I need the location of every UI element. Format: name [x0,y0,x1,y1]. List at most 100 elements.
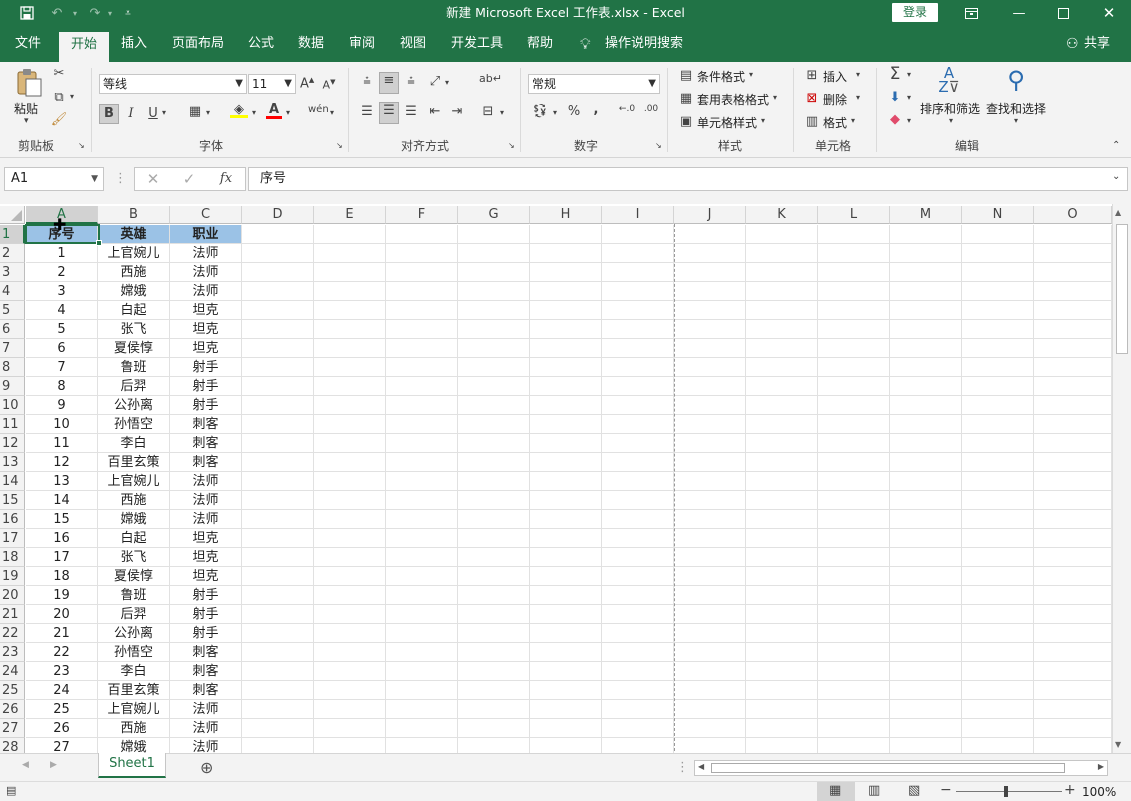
cell[interactable] [1034,244,1112,263]
cell[interactable] [530,282,602,301]
cell[interactable] [962,529,1034,548]
cell[interactable] [458,643,530,662]
cell[interactable] [386,738,458,753]
row-header[interactable]: 3 [0,263,25,282]
cell[interactable] [242,567,314,586]
cell[interactable] [1034,339,1112,358]
cell[interactable] [602,586,674,605]
cell[interactable] [242,453,314,472]
cell[interactable]: 刺客 [170,434,242,453]
cell[interactable] [962,396,1034,415]
cell[interactable]: 25 [26,700,98,719]
cell[interactable] [530,244,602,263]
number-launcher-icon[interactable]: ↘ [655,141,662,150]
cell[interactable] [314,339,386,358]
cell[interactable] [890,339,962,358]
cell[interactable] [818,567,890,586]
find-dropdown-icon[interactable]: ▾ [1014,116,1018,125]
row-header[interactable]: 15 [0,491,25,510]
cell[interactable]: 15 [26,510,98,529]
column-header[interactable]: G [458,206,530,224]
cell[interactable] [746,624,818,643]
cell[interactable]: 上官婉儿 [98,472,170,491]
redo-icon[interactable]: ↷ [84,0,106,26]
cell[interactable] [1034,548,1112,567]
cell[interactable] [458,529,530,548]
accounting-format-icon[interactable]: 💱︎ [530,104,550,119]
cell[interactable] [458,738,530,753]
cell[interactable] [818,244,890,263]
cell[interactable] [602,396,674,415]
cell[interactable] [314,263,386,282]
macro-record-icon[interactable]: ▤ [6,784,16,797]
cell[interactable] [1034,643,1112,662]
font-color-icon[interactable]: A [266,102,282,119]
cell[interactable] [242,643,314,662]
cell[interactable] [242,700,314,719]
cell[interactable] [458,358,530,377]
cell[interactable] [242,681,314,700]
cell[interactable] [962,301,1034,320]
cell[interactable]: 法师 [170,510,242,529]
borders-icon[interactable]: ▦ [186,104,204,119]
cell[interactable] [242,263,314,282]
cell[interactable] [818,738,890,753]
cell[interactable] [458,415,530,434]
cell[interactable] [674,567,746,586]
cell[interactable] [674,510,746,529]
decrease-indent-icon[interactable]: ⇤ [426,104,444,119]
cell[interactable] [818,282,890,301]
cell[interactable] [386,396,458,415]
cell[interactable] [674,453,746,472]
cell[interactable] [890,624,962,643]
cell[interactable]: 嫦娥 [98,282,170,301]
format-cells-button[interactable]: 格式 [823,114,847,131]
format-as-table-icon[interactable]: ▦ [678,91,694,106]
vertical-scrollbar[interactable]: ▲ ▼ [1112,204,1131,753]
cell[interactable]: 26 [26,719,98,738]
cell[interactable] [386,586,458,605]
format-as-table-button[interactable]: 套用表格格式 [697,91,769,108]
cell[interactable] [890,605,962,624]
column-header[interactable]: O [1034,206,1112,224]
row-header[interactable]: 17 [0,529,25,548]
cell[interactable] [242,358,314,377]
zoom-slider-thumb[interactable] [1004,786,1008,797]
cell[interactable] [962,567,1034,586]
cell[interactable] [818,624,890,643]
accounting-dropdown-icon[interactable]: ▾ [553,108,557,117]
increase-decimal-icon[interactable]: ←.0 [616,104,638,114]
cell[interactable] [962,586,1034,605]
cell[interactable] [818,662,890,681]
cell[interactable] [386,624,458,643]
autosum-dropdown-icon[interactable]: ▾ [907,70,911,79]
conditional-formatting-button[interactable]: 条件格式 [697,68,745,85]
cell[interactable] [674,472,746,491]
normal-view-button[interactable]: ▦ [817,782,855,801]
cell[interactable] [818,434,890,453]
cell[interactable] [1034,491,1112,510]
zoom-slider-track[interactable] [956,791,1062,792]
cell[interactable] [674,415,746,434]
align-right-icon[interactable]: ☰ [402,104,420,119]
cell[interactable]: 刺客 [170,643,242,662]
underline-dropdown-icon[interactable]: ▾ [162,108,166,117]
cell[interactable]: 射手 [170,586,242,605]
cell[interactable] [242,434,314,453]
cell[interactable] [530,624,602,643]
cell[interactable] [962,244,1034,263]
cell[interactable] [890,415,962,434]
conditional-formatting-icon[interactable]: ▤ [678,68,694,83]
paste-icon[interactable] [14,68,44,98]
format-table-dropdown-icon[interactable]: ▾ [773,93,777,102]
comma-style-button[interactable]: , [590,102,602,117]
cell[interactable] [386,282,458,301]
cell[interactable] [674,624,746,643]
delete-cells-icon[interactable]: ⊠ [804,91,820,106]
cell[interactable] [530,605,602,624]
cell[interactable]: 坦克 [170,339,242,358]
cell[interactable] [818,301,890,320]
cell[interactable] [530,567,602,586]
row-header[interactable]: 24 [0,662,25,681]
cell[interactable] [530,263,602,282]
